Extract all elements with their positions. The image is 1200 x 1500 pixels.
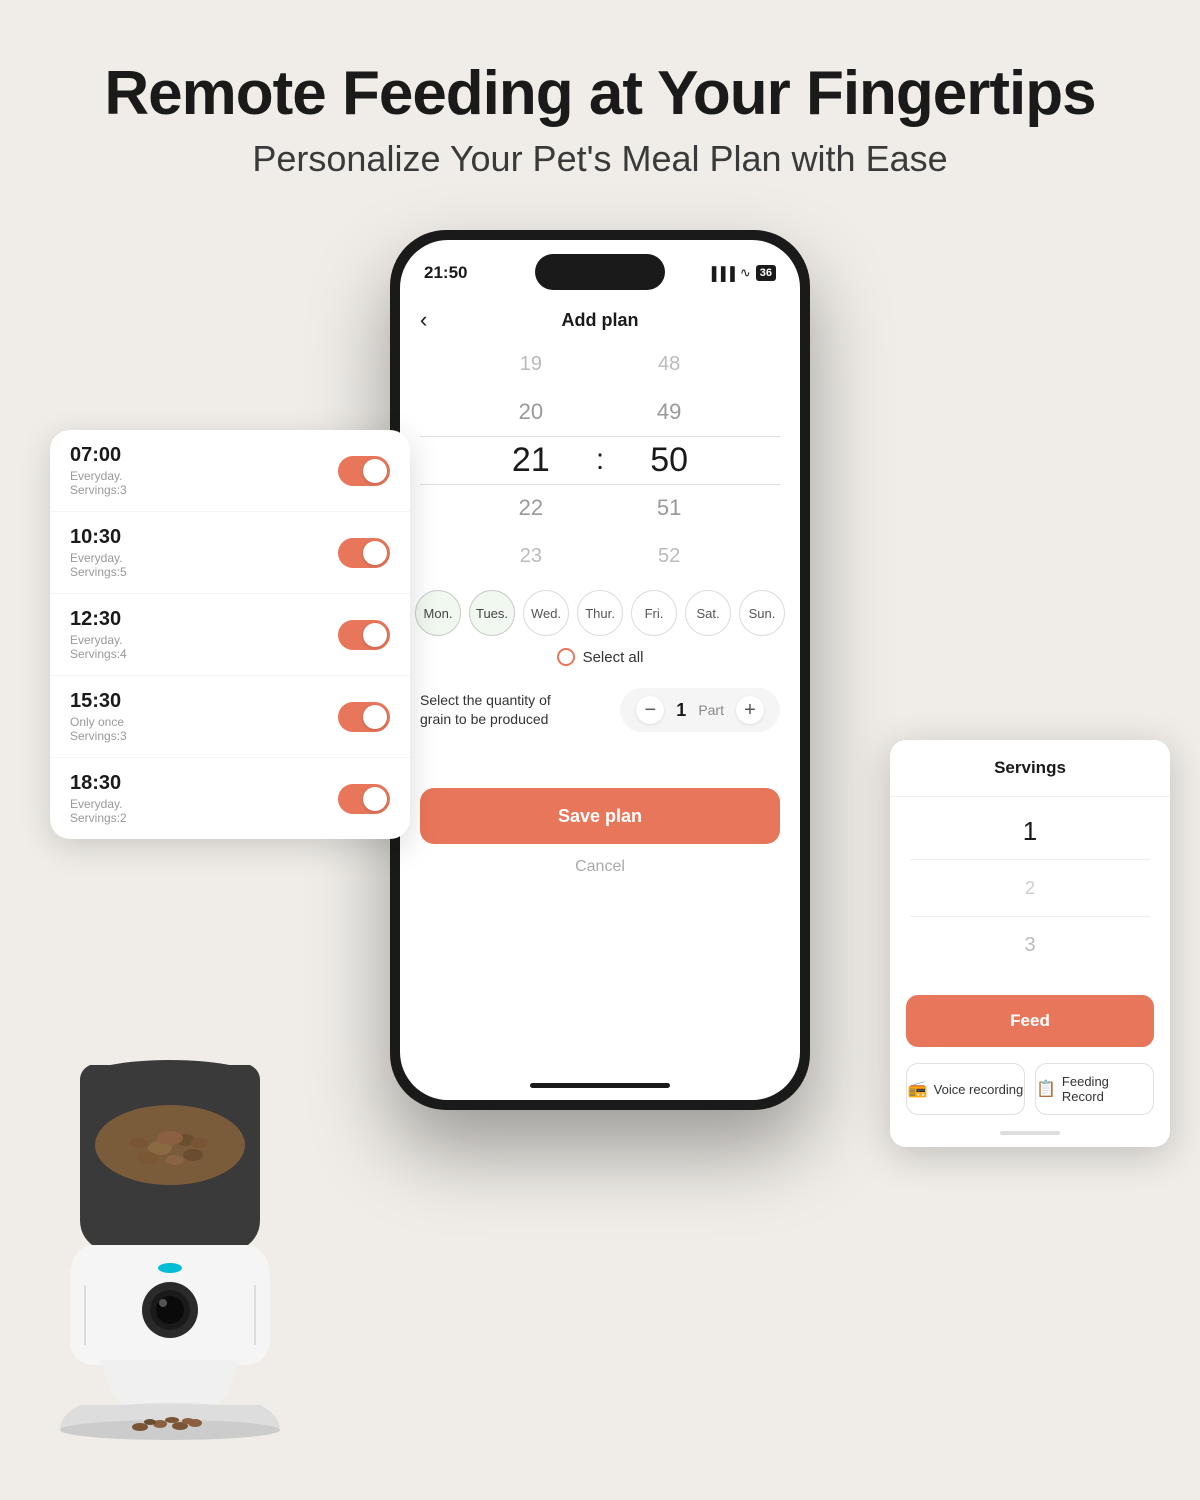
feed-button[interactable]: Feed (906, 995, 1154, 1047)
servings-divider-top (910, 859, 1150, 860)
phone-notch (535, 254, 665, 290)
voice-recording-label: Voice recording (934, 1082, 1024, 1097)
phone-frame: 21:50 ▐▐▐ ∿ 36 ‹ Add plan 19 20 21 (390, 230, 810, 1110)
servings-item-1[interactable]: 1 (890, 807, 1170, 855)
time-separator: : (596, 443, 604, 477)
plan-list-card: 07:00 Everyday.Servings:3 10:30 Everyday… (50, 430, 410, 839)
plan-details-0: Everyday.Servings:3 (70, 469, 127, 497)
time-picker[interactable]: 19 20 21 22 23 : 48 49 50 51 52 (400, 350, 800, 570)
popup-bottom-bar (1000, 1131, 1060, 1135)
save-plan-button[interactable]: Save plan (420, 788, 780, 844)
plan-toggle-1[interactable] (338, 538, 390, 568)
record-icon: 📋 (1036, 1079, 1056, 1099)
servings-title: Servings (890, 740, 1170, 797)
servings-divider-bottom (910, 916, 1150, 917)
plan-item-0[interactable]: 07:00 Everyday.Servings:3 (50, 430, 410, 512)
day-tues[interactable]: Tues. (469, 590, 515, 636)
plan-item-3[interactable]: 15:30 Only onceServings:3 (50, 676, 410, 758)
main-subtitle: Personalize Your Pet's Meal Plan with Ea… (0, 138, 1200, 180)
minute-above: 48 (609, 350, 729, 388)
day-selector: Mon. Tues. Wed. Thur. Fri. Sat. Sun. (400, 580, 800, 646)
plan-time-0: 07:00 (70, 444, 127, 467)
hour-column[interactable]: 19 20 21 22 23 (471, 350, 591, 570)
toggle-knob-0 (363, 459, 387, 483)
pet-feeder-device (30, 1000, 310, 1440)
plan-details-1: Everyday.Servings:5 (70, 551, 127, 579)
plan-time-1: 10:30 (70, 526, 127, 549)
phone-screen: 21:50 ▐▐▐ ∿ 36 ‹ Add plan 19 20 21 (400, 240, 800, 1100)
plan-item-1[interactable]: 10:30 Everyday.Servings:5 (50, 512, 410, 594)
picker-line-bottom (420, 484, 780, 485)
plan-time-3: 15:30 (70, 690, 127, 713)
hour-below: 22 (471, 484, 591, 532)
feeding-record-button[interactable]: 📋 Feeding Record (1035, 1063, 1154, 1115)
servings-list: 1 2 3 (890, 797, 1170, 979)
quantity-row: Select the quantity of grain to be produ… (420, 688, 780, 732)
plan-time-4: 18:30 (70, 772, 127, 795)
quantity-label: Select the quantity of grain to be produ… (420, 691, 580, 730)
signal-icon: ▐▐▐ (707, 266, 735, 281)
toggle-knob-1 (363, 541, 387, 565)
minute-below2: 52 (609, 532, 729, 570)
quantity-plus[interactable]: + (736, 696, 764, 724)
plan-item-2[interactable]: 12:30 Everyday.Servings:4 (50, 594, 410, 676)
plan-details-2: Everyday.Servings:4 (70, 633, 127, 661)
wifi-icon: ∿ (740, 265, 751, 281)
plan-toggle-4[interactable] (338, 784, 390, 814)
app-title: Add plan (562, 310, 639, 331)
minute-selected: 50 (609, 436, 729, 484)
minute-column[interactable]: 48 49 50 51 52 (609, 350, 729, 570)
day-wed[interactable]: Wed. (523, 590, 569, 636)
day-sat[interactable]: Sat. (685, 590, 731, 636)
day-fri[interactable]: Fri. (631, 590, 677, 636)
servings-item-3[interactable]: 3 (890, 921, 1170, 969)
voice-recording-button[interactable]: 📻 Voice recording (906, 1063, 1025, 1115)
minute-near-above: 49 (609, 388, 729, 436)
status-icons: ▐▐▐ ∿ 36 (707, 265, 776, 281)
toggle-knob-3 (363, 705, 387, 729)
action-row: 📻 Voice recording 📋 Feeding Record (890, 1063, 1170, 1131)
status-time: 21:50 (424, 263, 467, 283)
quantity-minus[interactable]: − (636, 696, 664, 724)
plan-toggle-2[interactable] (338, 620, 390, 650)
picker-line-top (420, 436, 780, 437)
hour-below2: 23 (471, 532, 591, 570)
select-all-row[interactable]: Select all (400, 640, 800, 674)
main-scene: 21:50 ▐▐▐ ∿ 36 ‹ Add plan 19 20 21 (0, 210, 1200, 1470)
day-thur[interactable]: Thur. (577, 590, 623, 636)
battery-icon: 36 (756, 265, 776, 281)
quantity-value: 1 (676, 700, 686, 721)
toggle-knob-2 (363, 623, 387, 647)
plan-details-3: Only onceServings:3 (70, 715, 127, 743)
servings-popup: Servings 1 2 3 Feed 📻 Voice recording 📋 … (890, 740, 1170, 1147)
app-header: ‹ Add plan (400, 296, 800, 344)
day-mon[interactable]: Mon. (415, 590, 461, 636)
select-all-radio[interactable] (557, 648, 575, 666)
quantity-control: − 1 Part + (620, 688, 780, 732)
hour-selected: 21 (471, 436, 591, 484)
plan-toggle-3[interactable] (338, 702, 390, 732)
day-sun[interactable]: Sun. (739, 590, 785, 636)
plan-details-4: Everyday.Servings:2 (70, 797, 127, 825)
select-all-label: Select all (583, 649, 644, 666)
feeding-record-label: Feeding Record (1062, 1074, 1153, 1104)
quantity-unit: Part (698, 702, 724, 718)
phone-bottom-bar (530, 1083, 670, 1088)
voice-icon: 📻 (908, 1079, 928, 1099)
main-title: Remote Feeding at Your Fingertips (0, 60, 1200, 128)
hour-above: 19 (471, 350, 591, 388)
cancel-button[interactable]: Cancel (400, 858, 800, 876)
plan-item-4[interactable]: 18:30 Everyday.Servings:2 (50, 758, 410, 839)
plan-toggle-0[interactable] (338, 456, 390, 486)
page-header: Remote Feeding at Your Fingertips Person… (0, 0, 1200, 210)
plan-time-2: 12:30 (70, 608, 127, 631)
servings-item-2[interactable]: 2 (890, 864, 1170, 912)
toggle-knob-4 (363, 787, 387, 811)
hour-near-above: 20 (471, 388, 591, 436)
minute-below: 51 (609, 484, 729, 532)
back-button[interactable]: ‹ (420, 307, 427, 333)
